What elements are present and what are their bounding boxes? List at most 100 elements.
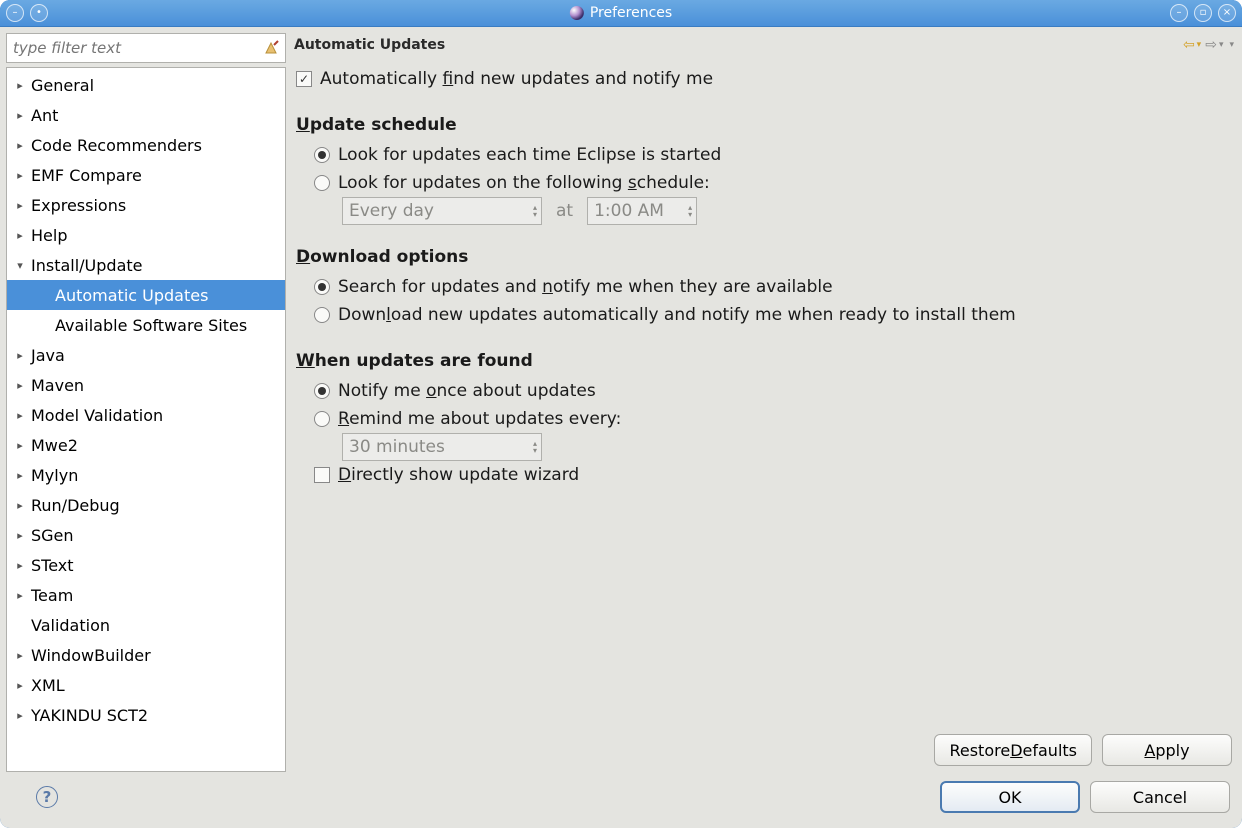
chevron-right-icon[interactable]: ▸: [13, 439, 27, 452]
page-title: Automatic Updates: [294, 37, 445, 53]
eclipse-icon: [570, 6, 584, 20]
found-remind-radio[interactable]: [314, 411, 330, 427]
restore-defaults-button[interactable]: Restore Defaults: [934, 734, 1092, 766]
minimize-button[interactable]: –: [1170, 4, 1188, 22]
tree-item-label: Available Software Sites: [51, 316, 247, 335]
tree-item[interactable]: ▸Automatic Updates: [7, 280, 285, 310]
tree-item[interactable]: ▸Java: [7, 340, 285, 370]
tree-item-label: WindowBuilder: [27, 646, 151, 665]
tree-item[interactable]: ▸SGen: [7, 520, 285, 550]
update-schedule-heading: Update schedule: [296, 115, 1232, 135]
tree-item[interactable]: ▸Validation: [7, 610, 285, 640]
download-auto-label: Download new updates automatically and n…: [338, 305, 1016, 325]
ok-button[interactable]: OK: [940, 781, 1080, 813]
tree-item-label: Code Recommenders: [27, 136, 202, 155]
chevron-right-icon[interactable]: ▸: [13, 649, 27, 662]
tree-item-label: Help: [27, 226, 67, 245]
tree-item[interactable]: ▸Help: [7, 220, 285, 250]
tree-item-label: XML: [27, 676, 65, 695]
chevron-right-icon[interactable]: ▸: [13, 559, 27, 572]
chevron-right-icon[interactable]: ▸: [13, 109, 27, 122]
schedule-at-label: at: [556, 201, 573, 221]
nav-back-icon[interactable]: ⇦▾: [1183, 37, 1201, 53]
chevron-right-icon[interactable]: ▸: [13, 379, 27, 392]
tree-item[interactable]: ▸General: [7, 70, 285, 100]
found-notify-once-label: Notify me once about updates: [338, 381, 596, 401]
tree-item[interactable]: ▸Maven: [7, 370, 285, 400]
nav-menu-icon[interactable]: ▾: [1227, 40, 1234, 50]
client-area: ▸General▸Ant▸Code Recommenders▸EMF Compa…: [0, 27, 1242, 828]
chevron-right-icon[interactable]: ▸: [13, 139, 27, 152]
chevron-right-icon[interactable]: ▸: [13, 469, 27, 482]
chevron-right-icon[interactable]: ▸: [13, 679, 27, 692]
chevron-right-icon[interactable]: ▸: [13, 79, 27, 92]
close-button[interactable]: ×: [1218, 4, 1236, 22]
tree-item[interactable]: ▸WindowBuilder: [7, 640, 285, 670]
sidebar: ▸General▸Ant▸Code Recommenders▸EMF Compa…: [6, 33, 286, 772]
tree-item-label: Install/Update: [27, 256, 143, 275]
tree-item[interactable]: ▸YAKINDU SCT2: [7, 700, 285, 730]
window-title: Preferences: [590, 5, 672, 21]
chevron-right-icon[interactable]: ▸: [13, 199, 27, 212]
chevron-right-icon[interactable]: ▸: [13, 349, 27, 362]
window-shade-button[interactable]: •: [30, 4, 48, 22]
chevron-right-icon[interactable]: ▸: [13, 499, 27, 512]
chevron-right-icon[interactable]: ▸: [13, 169, 27, 182]
tree-item-label: Validation: [27, 616, 110, 635]
found-remind-label: Remind me about updates every:: [338, 409, 621, 429]
chevron-right-icon[interactable]: ▸: [13, 229, 27, 242]
tree-item[interactable]: ▸SText: [7, 550, 285, 580]
schedule-following-radio[interactable]: [314, 175, 330, 191]
chevron-down-icon[interactable]: ▾: [13, 259, 27, 272]
tree-item-label: EMF Compare: [27, 166, 142, 185]
schedule-following-label: Look for updates on the following schedu…: [338, 173, 710, 193]
download-options-heading: Download options: [296, 247, 1232, 267]
window-menu-button[interactable]: –: [6, 4, 24, 22]
preferences-window: – • Preferences – ▫ × ▸General▸Ant▸Code: [0, 0, 1242, 828]
tree-item-label: Expressions: [27, 196, 126, 215]
found-notify-once-radio[interactable]: [314, 383, 330, 399]
tree-item-label: Java: [27, 346, 65, 365]
tree-item[interactable]: ▸Code Recommenders: [7, 130, 285, 160]
tree-item[interactable]: ▾Install/Update: [7, 250, 285, 280]
tree-item-label: Run/Debug: [27, 496, 120, 515]
tree-item[interactable]: ▸Expressions: [7, 190, 285, 220]
tree-item[interactable]: ▸EMF Compare: [7, 160, 285, 190]
tree-item-label: Mwe2: [27, 436, 78, 455]
maximize-button[interactable]: ▫: [1194, 4, 1212, 22]
schedule-on-start-radio[interactable]: [314, 147, 330, 163]
schedule-time-combo: 1:00 AM ▴▾: [587, 197, 697, 225]
help-icon[interactable]: ?: [36, 786, 58, 808]
tree-item[interactable]: ▸Mwe2: [7, 430, 285, 460]
tree-item[interactable]: ▸Ant: [7, 100, 285, 130]
tree-item[interactable]: ▸Run/Debug: [7, 490, 285, 520]
content-pane: Automatic Updates ⇦▾ ⇨▾ ▾ Automatically …: [292, 33, 1236, 772]
download-notify-radio[interactable]: [314, 279, 330, 295]
filter-box: [6, 33, 286, 63]
chevron-right-icon[interactable]: ▸: [13, 529, 27, 542]
tree-item[interactable]: ▸Mylyn: [7, 460, 285, 490]
preferences-tree[interactable]: ▸General▸Ant▸Code Recommenders▸EMF Compa…: [6, 67, 286, 772]
direct-wizard-label: Directly show update wizard: [338, 465, 579, 485]
tree-item[interactable]: ▸Available Software Sites: [7, 310, 285, 340]
chevron-right-icon[interactable]: ▸: [13, 709, 27, 722]
tree-item-label: Model Validation: [27, 406, 163, 425]
tree-item[interactable]: ▸Model Validation: [7, 400, 285, 430]
chevron-right-icon[interactable]: ▸: [13, 409, 27, 422]
chevron-right-icon[interactable]: ▸: [13, 589, 27, 602]
download-auto-radio[interactable]: [314, 307, 330, 323]
apply-button[interactable]: Apply: [1102, 734, 1232, 766]
cancel-button[interactable]: Cancel: [1090, 781, 1230, 813]
tree-item-label: Maven: [27, 376, 84, 395]
clear-filter-icon[interactable]: [263, 39, 281, 57]
tree-item-label: Ant: [27, 106, 58, 125]
tree-item-label: SGen: [27, 526, 74, 545]
titlebar: – • Preferences – ▫ ×: [0, 0, 1242, 27]
auto-find-checkbox[interactable]: [296, 71, 312, 87]
direct-wizard-checkbox[interactable]: [314, 467, 330, 483]
nav-forward-icon[interactable]: ⇨▾: [1205, 37, 1223, 53]
tree-item[interactable]: ▸Team: [7, 580, 285, 610]
bottom-bar: ? OK Cancel: [6, 772, 1236, 822]
filter-input[interactable]: [11, 38, 263, 58]
tree-item[interactable]: ▸XML: [7, 670, 285, 700]
